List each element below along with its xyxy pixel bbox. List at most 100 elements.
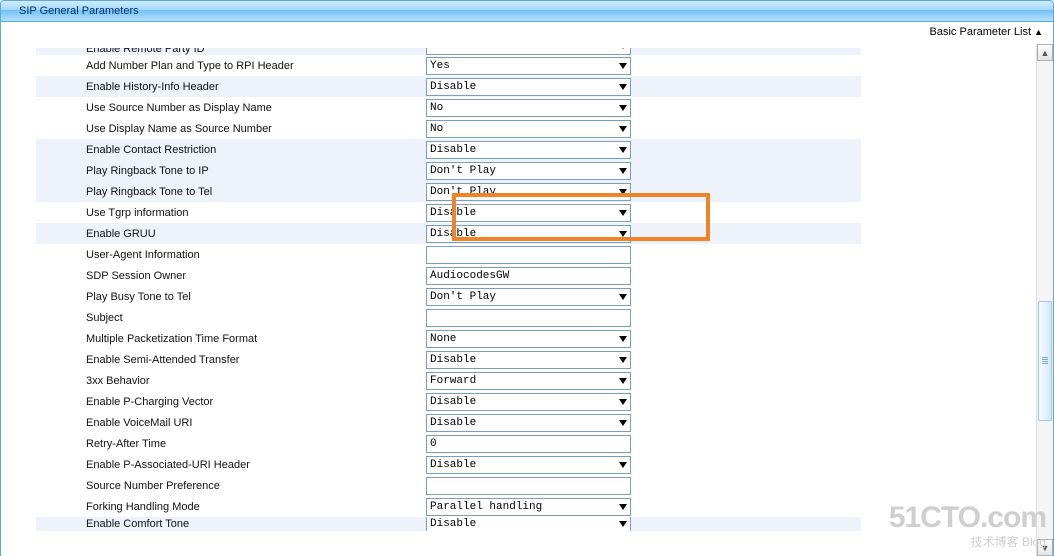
param-row: Enable Comfort ToneDisable [36,517,861,531]
param-row: Play Busy Tone to TelDon't Play [36,286,861,307]
param-label: Add Number Plan and Type to RPI Header [36,60,426,72]
param-row: Enable Contact RestrictionDisable [36,139,861,160]
param-select[interactable]: Disable [426,517,631,531]
param-select[interactable]: Disable [426,456,631,474]
param-control-cell: Disable [426,48,861,55]
param-textbox[interactable] [426,309,631,327]
param-select[interactable]: Disable [426,48,631,55]
param-row: Enable GRUUDisable [36,223,861,244]
param-row: Enable P-Charging VectorDisable [36,391,861,412]
param-label: Retry-After Time [36,438,426,450]
param-select[interactable]: Disable [426,141,631,159]
param-row: Play Ringback Tone to IPDon't Play [36,160,861,181]
param-select[interactable]: Yes [426,57,631,75]
content-frame: Basic Parameter List ▲ Enable Remote Par… [0,22,1054,556]
scroll-thumb[interactable] [1038,301,1052,421]
param-label: Enable P-Associated-URI Header [36,459,426,471]
page-title: SIP General Parameters [19,5,139,17]
param-control-cell: Forward [426,372,861,390]
param-select[interactable]: Disable [426,414,631,432]
param-label: Enable GRUU [36,228,426,240]
scroll-track[interactable] [1037,61,1053,539]
scroll-up-button[interactable]: ▲ [1037,44,1053,61]
param-label: Enable P-Charging Vector [36,396,426,408]
param-label: Subject [36,312,426,324]
param-control-cell: Disable [426,204,861,222]
param-control-cell: Disable [426,393,861,411]
param-control-cell: Disable [426,414,861,432]
parameters-table: Enable Remote Party IDDisableAdd Number … [36,48,861,531]
param-select[interactable]: Disable [426,351,631,369]
param-row: Enable VoiceMail URIDisable [36,412,861,433]
param-control-cell: Parallel handling [426,498,861,516]
param-label: Forking Handling Mode [36,501,426,513]
param-control-cell: Disable [426,351,861,369]
param-control-cell: AudiocodesGW [426,267,861,285]
title-bar: SIP General Parameters [0,0,1054,22]
basic-param-link-label: Basic Parameter List [930,26,1031,38]
param-select[interactable]: No [426,99,631,117]
param-row: Use Source Number as Display NameNo [36,97,861,118]
param-label: Use Tgrp information [36,207,426,219]
param-label: Play Busy Tone to Tel [36,291,426,303]
param-control-cell: Don't Play [426,183,861,201]
param-row: Enable History-Info HeaderDisable [36,76,861,97]
param-control-cell: Don't Play [426,162,861,180]
param-label: Enable Contact Restriction [36,144,426,156]
param-select[interactable]: Disable [426,78,631,96]
param-textbox[interactable]: 0 [426,435,631,453]
param-row: Use Display Name as Source NumberNo [36,118,861,139]
param-control-cell [426,309,861,327]
param-textbox[interactable] [426,246,631,264]
param-select[interactable]: Don't Play [426,183,631,201]
param-control-cell: Yes [426,57,861,75]
param-select[interactable]: Forward [426,372,631,390]
param-control-cell: No [426,120,861,138]
param-textbox[interactable]: AudiocodesGW [426,267,631,285]
param-control-cell: Disable [426,141,861,159]
param-label: User-Agent Information [36,249,426,261]
parameters-panel: Enable Remote Party IDDisableAdd Number … [36,48,861,556]
param-select[interactable]: Disable [426,225,631,243]
param-select[interactable]: Don't Play [426,288,631,306]
param-select[interactable]: Parallel handling [426,498,631,516]
param-label: Play Ringback Tone to Tel [36,186,426,198]
param-select[interactable]: Disable [426,204,631,222]
param-select[interactable]: None [426,330,631,348]
param-select[interactable]: Disable [426,393,631,411]
param-label: Enable Semi-Attended Transfer [36,354,426,366]
param-label: Multiple Packetization Time Format [36,333,426,345]
param-control-cell: None [426,330,861,348]
param-row: Forking Handling ModeParallel handling [36,496,861,517]
param-select[interactable]: Don't Play [426,162,631,180]
param-row: SDP Session OwnerAudiocodesGW [36,265,861,286]
param-label: Enable Remote Party ID [36,48,426,55]
scroll-down-button[interactable]: ▼ [1037,539,1053,556]
param-row: Add Number Plan and Type to RPI HeaderYe… [36,55,861,76]
param-control-cell: Disable [426,456,861,474]
param-textbox[interactable] [426,477,631,495]
param-row: Enable Remote Party IDDisable [36,48,861,55]
param-control-cell: Disable [426,78,861,96]
param-control-cell: Disable [426,225,861,243]
param-label: Enable VoiceMail URI [36,417,426,429]
param-row: Use Tgrp informationDisable [36,202,861,223]
param-control-cell [426,477,861,495]
param-row: Play Ringback Tone to TelDon't Play [36,181,861,202]
param-control-cell: No [426,99,861,117]
vertical-scrollbar[interactable]: ▲ ▼ [1036,44,1053,556]
param-select[interactable]: No [426,120,631,138]
param-row: Subject [36,307,861,328]
param-label: Enable History-Info Header [36,81,426,93]
param-row: User-Agent Information [36,244,861,265]
param-label: Enable Comfort Tone [36,518,426,530]
param-label: Play Ringback Tone to IP [36,165,426,177]
param-label: Source Number Preference [36,480,426,492]
param-control-cell: Don't Play [426,288,861,306]
param-label: SDP Session Owner [36,270,426,282]
basic-param-link[interactable]: Basic Parameter List ▲ [1,22,1053,40]
param-row: Source Number Preference [36,475,861,496]
param-control-cell: Disable [426,517,861,531]
param-row: Retry-After Time0 [36,433,861,454]
param-label: Use Source Number as Display Name [36,102,426,114]
